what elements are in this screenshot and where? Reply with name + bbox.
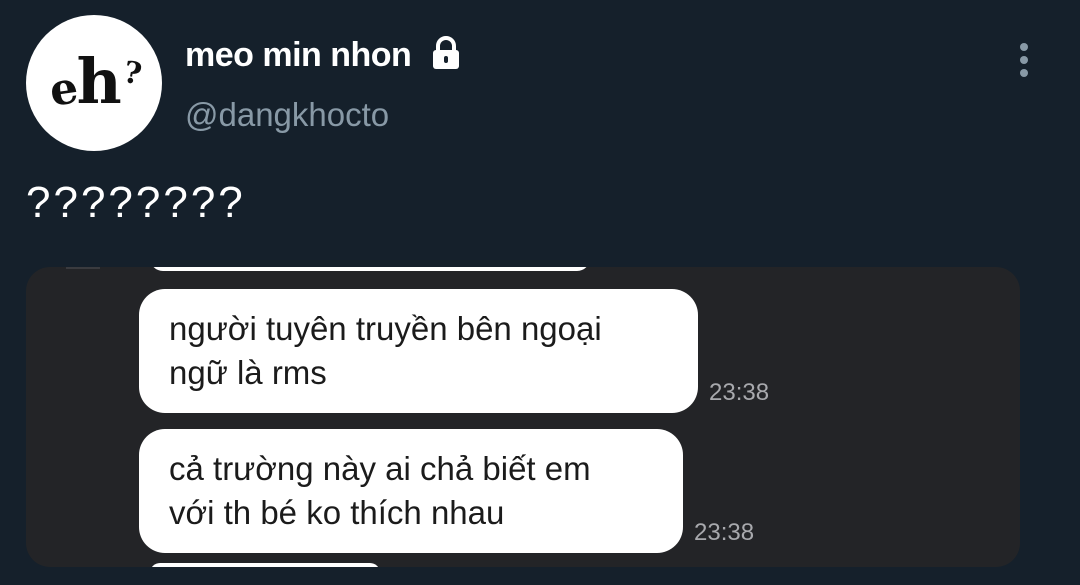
cropped-message-bubble (150, 267, 590, 271)
message-bubble: người tuyên truyền bên ngoại ngữ là rms (139, 289, 698, 413)
avatar-logo: e h? (46, 44, 144, 118)
more-vertical-icon[interactable] (1010, 40, 1038, 80)
message-bubble: cả trường này ai chả biết em với th bé k… (139, 429, 683, 553)
message-text-line: ngữ là rms (169, 354, 327, 391)
cropped-message-bubble (150, 563, 380, 567)
message-timestamp: 23:38 (709, 379, 770, 406)
message-text-line: người tuyên truyền bên ngoại (169, 310, 602, 347)
display-name[interactable]: meo min nhon (185, 36, 412, 75)
avatar[interactable]: e h? (26, 15, 162, 151)
divider (66, 267, 100, 269)
user-handle[interactable]: @dangkhocto (185, 96, 389, 134)
lock-icon (433, 36, 459, 69)
tweet-media-image[interactable]: người tuyên truyền bên ngoại ngữ là rms … (26, 267, 1020, 567)
message-text-line: với th bé ko thích nhau (169, 494, 505, 531)
tweet-text: ???????? (26, 178, 246, 227)
message-text-line: cả trường này ai chả biết em (169, 450, 591, 487)
message-timestamp: 23:38 (694, 519, 755, 546)
